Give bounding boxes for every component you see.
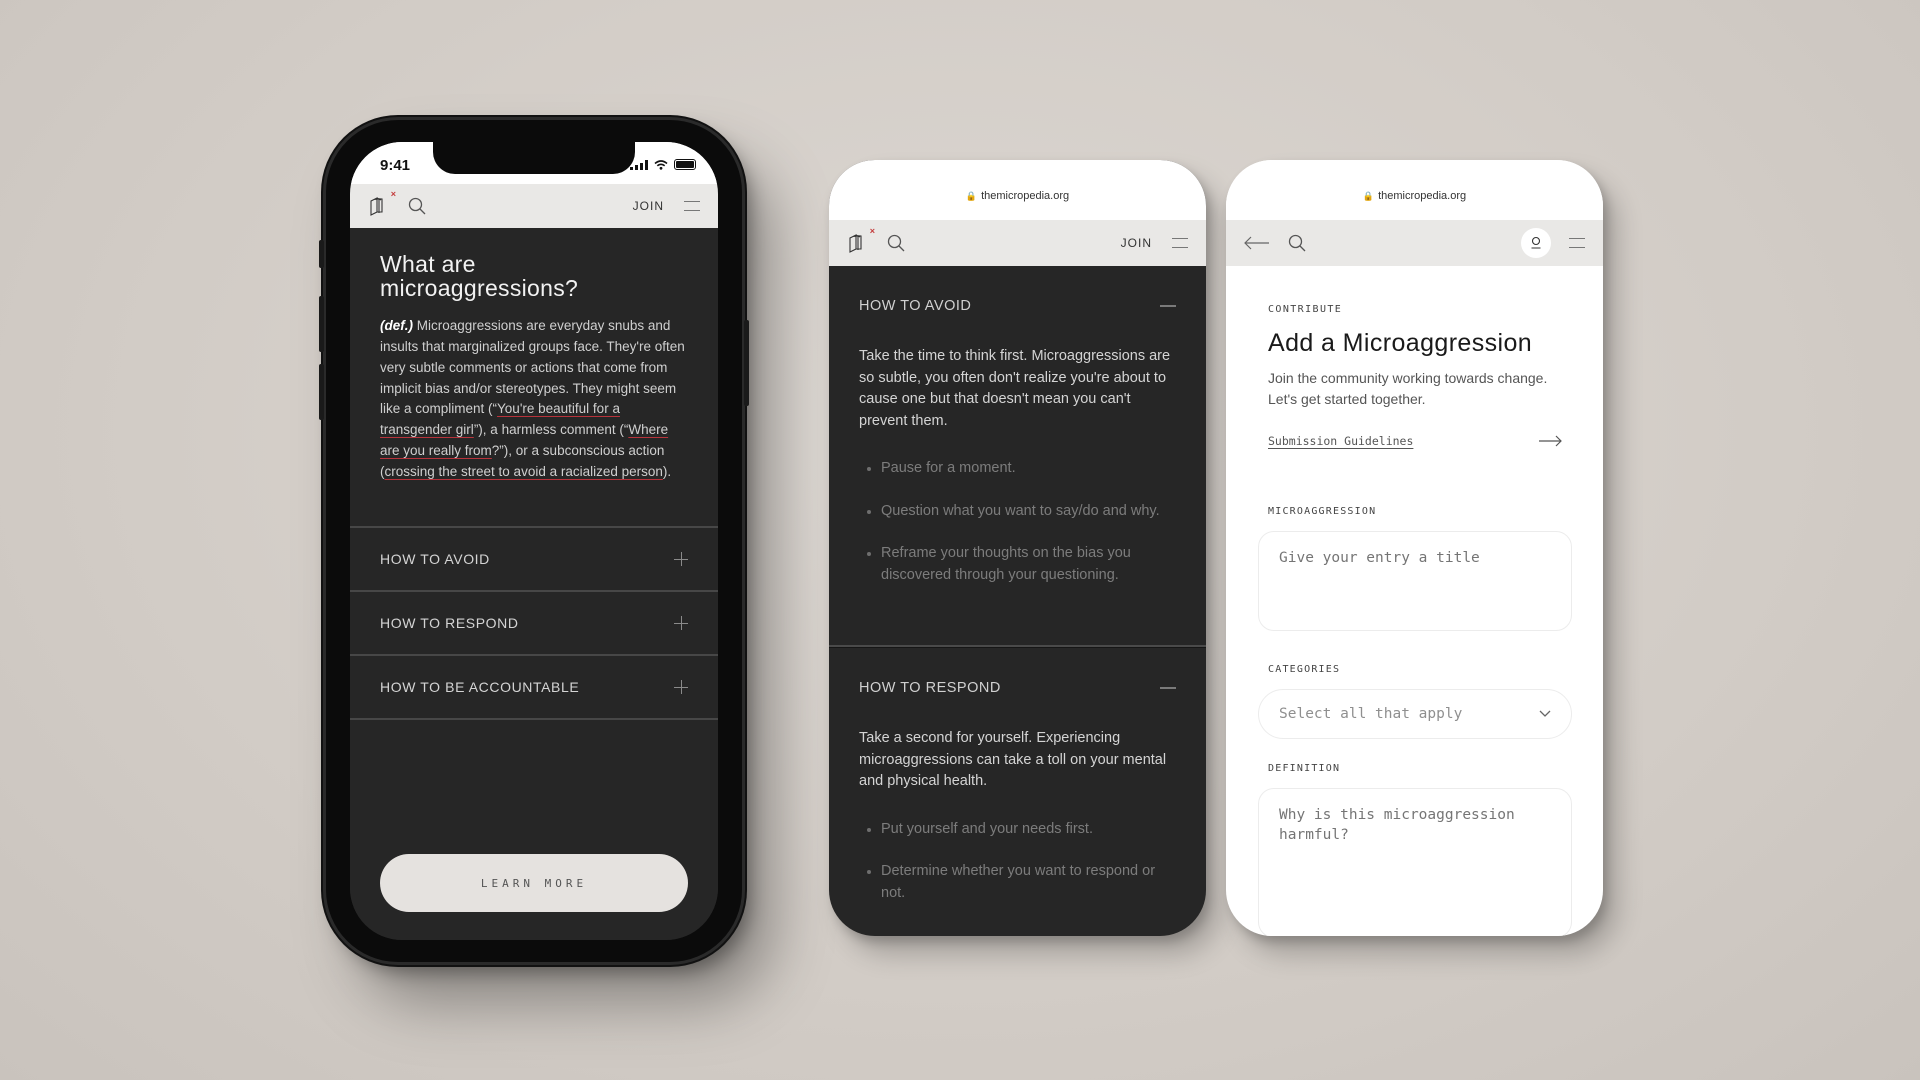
micropedia-logo-icon[interactable]: × bbox=[847, 226, 875, 254]
phone-mockup-contribute: 🔒 themicropedia.org CONTRIBUTE Add a Mic… bbox=[1226, 160, 1603, 936]
micropedia-logo-icon[interactable]: × bbox=[368, 189, 396, 217]
status-time: 9:41 bbox=[380, 157, 411, 174]
section-text: Take the time to think first. Microaggre… bbox=[859, 348, 1171, 429]
phone-mockup-guidance: 🔒 themicropedia.org × JOIN HOW TO AVOID … bbox=[829, 160, 1206, 936]
lock-icon: 🔒 bbox=[965, 190, 978, 201]
section-header[interactable]: HOW TO AVOID bbox=[859, 266, 1176, 346]
eyebrow-label: CONTRIBUTE bbox=[1268, 304, 1343, 315]
form-subtitle: Join the community working towards chang… bbox=[1268, 370, 1548, 407]
search-icon[interactable] bbox=[408, 197, 426, 215]
section-how-to-avoid: HOW TO AVOID Take the time to think firs… bbox=[829, 266, 1206, 645]
phone-screen: 9:41 🔒 themicropedia.org × bbox=[350, 142, 718, 940]
volume-down-button bbox=[319, 364, 324, 420]
hamburger-menu-icon[interactable] bbox=[1172, 238, 1188, 248]
plus-icon bbox=[674, 680, 688, 695]
site-navbar: × JOIN bbox=[350, 184, 718, 228]
join-link[interactable]: JOIN bbox=[633, 199, 664, 213]
arrow-right-icon[interactable] bbox=[1538, 435, 1562, 447]
list-item: Reframe your thoughts on the bias you di… bbox=[867, 543, 1176, 586]
section-header[interactable]: HOW TO RESPOND bbox=[859, 648, 1176, 728]
accordion: HOW TO AVOID HOW TO RESPOND HOW TO BE AC… bbox=[350, 526, 718, 721]
list-item: Pause for a moment. bbox=[867, 458, 1176, 480]
definition-hero: What are microaggressions? (def.) Microag… bbox=[350, 228, 718, 526]
plus-icon bbox=[674, 616, 688, 631]
user-icon bbox=[1531, 236, 1541, 249]
account-button[interactable] bbox=[1521, 228, 1551, 258]
contribute-form: CONTRIBUTE Add a Microaggression Join th… bbox=[1226, 266, 1603, 936]
mute-switch bbox=[319, 240, 324, 268]
page-title: What are microaggressions? bbox=[380, 251, 579, 302]
section-text: Take a second for yourself. Experiencing… bbox=[859, 730, 1167, 789]
definition-text: (def.) Microaggressions are everyday snu… bbox=[380, 318, 685, 479]
submission-guidelines-row[interactable]: Submission Guidelines bbox=[1268, 434, 1562, 448]
microaggression-label: MICROAGGRESSION bbox=[1268, 506, 1377, 517]
site-navbar: × JOIN bbox=[829, 220, 1206, 266]
tip-list: Pause for a moment. Question what you wa… bbox=[859, 458, 1176, 586]
list-item: Question what you want to say/do and why… bbox=[867, 501, 1176, 523]
categories-select[interactable]: Select all that apply bbox=[1258, 689, 1572, 739]
section-how-to-respond: HOW TO RESPOND Take a second for yoursel… bbox=[829, 648, 1206, 904]
wifi-icon bbox=[654, 159, 668, 170]
accordion-how-to-respond[interactable]: HOW TO RESPOND bbox=[350, 590, 718, 654]
lock-icon: 🔒 bbox=[1362, 190, 1375, 201]
list-item: Put yourself and your needs first. bbox=[867, 819, 1176, 841]
learn-more-button[interactable]: LEARN MORE bbox=[380, 854, 688, 912]
volume-up-button bbox=[319, 296, 324, 352]
battery-icon bbox=[674, 159, 696, 170]
address-bar[interactable]: 🔒 themicropedia.org bbox=[829, 160, 1206, 220]
phone-mockup-definition: 9:41 🔒 themicropedia.org × bbox=[319, 120, 749, 962]
categories-placeholder: Select all that apply bbox=[1279, 706, 1463, 722]
join-link[interactable]: JOIN bbox=[1121, 236, 1152, 250]
tip-list: Put yourself and your needs first. Deter… bbox=[859, 819, 1176, 905]
plus-icon bbox=[674, 552, 688, 567]
definition-input[interactable] bbox=[1258, 788, 1572, 936]
def-tag: (def.) bbox=[380, 318, 413, 334]
power-button bbox=[744, 320, 749, 406]
definition-label: DEFINITION bbox=[1268, 763, 1341, 774]
accordion-how-to-avoid[interactable]: HOW TO AVOID bbox=[350, 526, 718, 590]
categories-label: CATEGORIES bbox=[1268, 664, 1341, 675]
url-text: themicropedia.org bbox=[981, 190, 1070, 202]
hamburger-menu-icon[interactable] bbox=[684, 201, 700, 211]
chevron-down-icon bbox=[1539, 710, 1551, 717]
site-navbar bbox=[1226, 220, 1603, 266]
form-title: Add a Microaggression bbox=[1268, 329, 1533, 357]
search-icon[interactable] bbox=[1288, 234, 1306, 252]
list-item: Determine whether you want to respond or… bbox=[867, 861, 1176, 904]
address-bar[interactable]: 🔒 themicropedia.org bbox=[1226, 160, 1603, 220]
example-link-3[interactable]: crossing the street to avoid a racialize… bbox=[385, 464, 663, 479]
search-icon[interactable] bbox=[887, 234, 905, 252]
submission-guidelines-link[interactable]: Submission Guidelines bbox=[1268, 434, 1413, 448]
accordion-how-to-be-accountable[interactable]: HOW TO BE ACCOUNTABLE bbox=[350, 654, 718, 721]
hamburger-menu-icon[interactable] bbox=[1569, 238, 1585, 248]
minus-icon bbox=[1160, 305, 1176, 307]
minus-icon bbox=[1160, 687, 1176, 689]
notch bbox=[433, 142, 635, 174]
microaggression-title-input[interactable] bbox=[1258, 531, 1572, 631]
url-text: themicropedia.org bbox=[1378, 190, 1467, 202]
back-arrow-icon[interactable] bbox=[1244, 236, 1270, 250]
